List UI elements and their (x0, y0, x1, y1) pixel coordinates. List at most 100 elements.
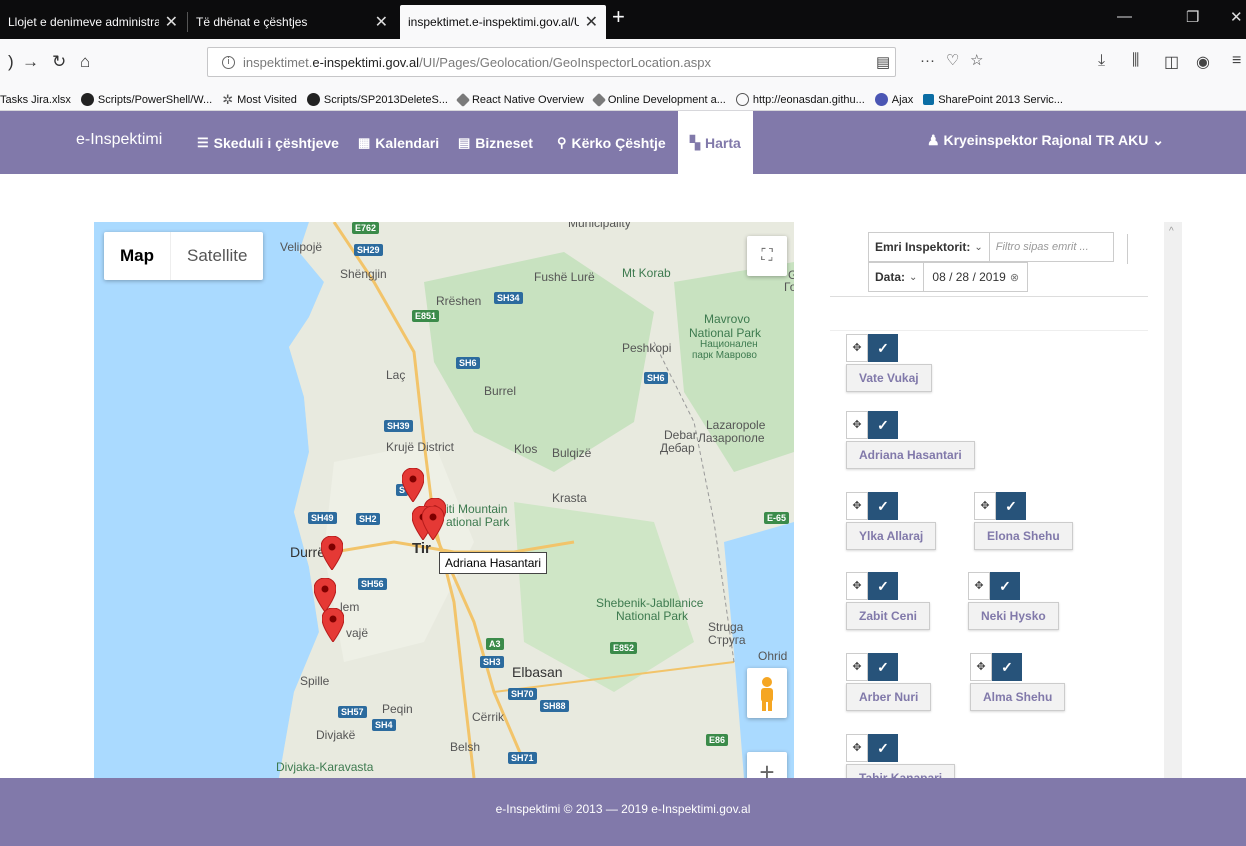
map-marker[interactable] (321, 536, 343, 570)
clear-icon[interactable]: ⊗ (1010, 272, 1019, 284)
menu-search-cases[interactable]: ⚲ Kërko Çështje (557, 111, 666, 174)
locate-icon[interactable]: ✥ (846, 492, 868, 520)
more-actions-icon[interactable]: ··· (920, 52, 935, 69)
inspector-name[interactable]: Neki Hysko (968, 602, 1059, 630)
road-label: SH39 (384, 420, 413, 432)
check-icon[interactable]: ✓ (868, 653, 898, 681)
bookmark-item[interactable]: Online Development a... (591, 92, 726, 107)
menu-hamburger-icon[interactable]: ≡ (1232, 52, 1241, 70)
bookmark-item[interactable]: Scripts/PowerShell/W... (80, 93, 213, 106)
fullscreen-icon[interactable]: ⛶ (747, 236, 787, 276)
map-place-label: Mt Korab (622, 266, 671, 280)
reload-icon[interactable]: ↻ (52, 52, 66, 72)
inspector-filter-input[interactable]: Filtro sipas emrit ... (989, 232, 1114, 262)
back-arrow-icon[interactable]: ) (8, 52, 14, 72)
locate-icon[interactable]: ✥ (846, 334, 868, 362)
account-icon[interactable]: ◉ (1196, 52, 1210, 72)
locate-icon[interactable]: ✥ (846, 734, 868, 762)
new-tab-plus-icon[interactable]: + (612, 4, 625, 30)
bookmark-star-icon[interactable]: ☆ (970, 51, 983, 69)
map-place-label: Elbasan (512, 664, 563, 680)
home-icon[interactable]: ⌂ (80, 52, 90, 72)
inspector-name[interactable]: Vate Vukaj (846, 364, 932, 392)
bookmark-item[interactable]: http://eonasdan.githu... (735, 93, 865, 106)
date-filter-row: Data: ⌄ 08 / 28 / 2019 ⊗ (868, 262, 1114, 292)
bookmark-item[interactable]: Tasks Jira.xlsx (0, 94, 71, 106)
check-icon[interactable]: ✓ (868, 492, 898, 520)
download-icon[interactable]: ⤓ (1098, 52, 1105, 70)
map-marker[interactable] (314, 578, 336, 612)
check-icon[interactable]: ✓ (996, 492, 1026, 520)
map-canvas[interactable]: Velipojë Shëngjin Fushë Lurë Mt Korab Rr… (94, 222, 794, 778)
inspector-name[interactable]: Zabit Ceni (846, 602, 931, 630)
map-type-map-button[interactable]: Map (104, 232, 170, 280)
close-icon[interactable]: ✕ (375, 12, 388, 32)
panel-scrollbar[interactable] (1164, 222, 1182, 778)
map-type-satellite-button[interactable]: Satellite (170, 232, 263, 280)
road-label: E-65 (764, 512, 790, 524)
menu-map[interactable]: ▚ Harta (678, 111, 753, 174)
street-view-pegman-icon[interactable] (747, 668, 787, 718)
forward-arrow-icon[interactable]: → (22, 52, 39, 72)
reader-view-icon[interactable]: ▤ (876, 53, 890, 71)
map-marker[interactable] (402, 468, 424, 502)
date-value: 08 / 28 / 2019 (932, 270, 1006, 284)
zoom-in-button[interactable]: + (747, 752, 787, 778)
inspector-name[interactable]: Arber Nuri (846, 683, 932, 711)
browser-tab-3[interactable]: inspektimet.e-inspektimi.gov.al/UI/ ✕ (400, 5, 606, 39)
locate-icon[interactable]: ✥ (846, 653, 868, 681)
sidebar-icon[interactable]: ◫ (1164, 52, 1179, 72)
browser-tab-1[interactable]: Llojet e denimeve administrativ ✕ (0, 5, 186, 39)
map-place-label: iti Mountain (446, 502, 508, 516)
bookmark-item[interactable]: ✲ Most Visited (222, 93, 297, 106)
brand-link[interactable]: e-Inspektimi (76, 131, 162, 149)
menu-calendar[interactable]: ▦ Kalendari (358, 111, 439, 174)
date-input[interactable]: 08 / 28 / 2019 ⊗ (924, 262, 1029, 292)
bookmark-label: Scripts/PowerShell/W... (97, 93, 213, 106)
info-icon[interactable]: i (222, 55, 235, 69)
library-icon[interactable]: ⫼ (1132, 52, 1139, 70)
inspector-filter-dropdown[interactable]: Emri Inspektorit: ⌄ (868, 232, 990, 262)
close-icon[interactable]: ✕ (165, 12, 178, 32)
check-icon[interactable]: ✓ (992, 653, 1022, 681)
check-icon[interactable]: ✓ (868, 334, 898, 362)
menu-businesses[interactable]: ▤ Bizneset (458, 111, 533, 174)
locate-icon[interactable]: ✥ (970, 653, 992, 681)
check-icon[interactable]: ✓ (868, 411, 898, 439)
user-menu[interactable]: ♟ Kryeinspektor Rajonal TR AKU ⌄ (927, 132, 1164, 149)
restore-icon[interactable]: ❐ (1186, 8, 1199, 26)
road-label: SH6 (456, 357, 480, 369)
close-icon[interactable]: ✕ (585, 12, 598, 32)
url-bar[interactable]: i inspektimet.e-inspektimi.gov.al/UI/Pag… (207, 47, 896, 77)
check-icon[interactable]: ✓ (868, 734, 898, 762)
inspector-name[interactable]: Alma Shehu (970, 683, 1066, 711)
sharepoint-icon (923, 94, 935, 105)
bookmark-item[interactable]: Ajax (874, 93, 913, 106)
check-icon[interactable]: ✓ (990, 572, 1020, 600)
inspector-name[interactable]: Tahir Kanapari (846, 764, 956, 778)
locate-icon[interactable]: ✥ (846, 572, 868, 600)
inspector-name[interactable]: Elona Shehu (974, 522, 1073, 550)
bookmark-item[interactable]: Scripts/SP2013DeleteS... (306, 93, 448, 106)
map-marker[interactable] (322, 608, 344, 642)
map-place-label: Burrel (484, 384, 517, 398)
locate-icon[interactable]: ✥ (974, 492, 996, 520)
close-window-icon[interactable]: ✕ (1230, 8, 1243, 26)
locate-icon[interactable]: ✥ (968, 572, 990, 600)
url-prefix: inspektimet. (243, 54, 313, 70)
minimize-icon[interactable]: — (1117, 8, 1132, 25)
inspector-name[interactable]: Adriana Hasantari (846, 441, 975, 469)
bookmark-item[interactable]: SharePoint 2013 Servic... (923, 94, 1063, 106)
scroll-up-icon[interactable]: ^ (1169, 226, 1174, 237)
inspector-name[interactable]: Ylka Allaraj (846, 522, 937, 550)
pocket-icon[interactable]: ♡ (946, 51, 959, 69)
bookmark-item[interactable]: React Native Overview (455, 92, 584, 107)
map-marker[interactable] (422, 506, 444, 540)
search-icon: ⚲ (557, 134, 567, 150)
check-icon[interactable]: ✓ (868, 572, 898, 600)
user-name: Kryeinspektor Rajonal TR AKU (943, 132, 1149, 148)
date-filter-dropdown[interactable]: Data: ⌄ (868, 262, 925, 292)
browser-tab-2[interactable]: Të dhënat e çështjes ✕ (188, 5, 396, 39)
menu-schedule[interactable]: ☰ Skeduli i çështjeve (197, 111, 339, 174)
locate-icon[interactable]: ✥ (846, 411, 868, 439)
